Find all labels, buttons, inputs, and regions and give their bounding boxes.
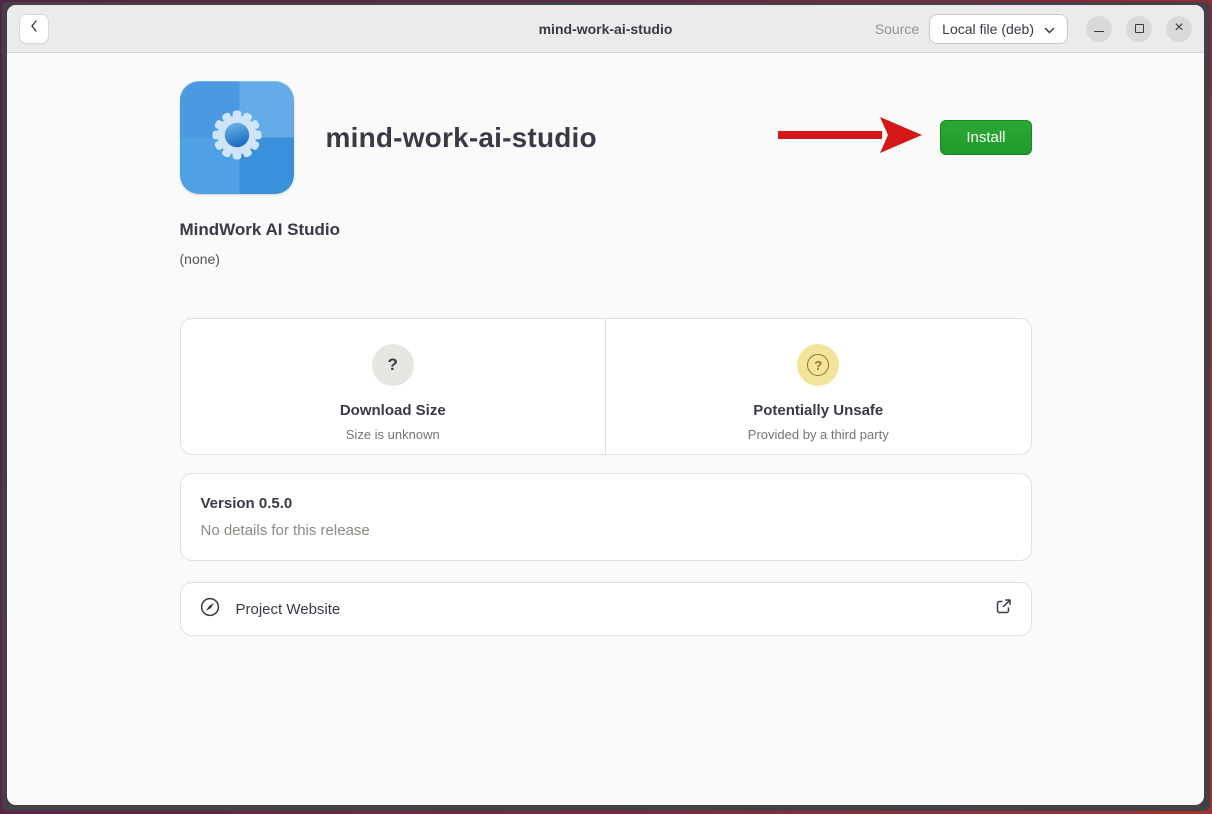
red-arrow-annotation bbox=[776, 116, 924, 159]
install-button[interactable]: Install bbox=[940, 120, 1031, 155]
tile-subtitle: Provided by a third party bbox=[748, 427, 889, 442]
minimize-button[interactable] bbox=[1086, 16, 1112, 42]
maximize-icon bbox=[1135, 24, 1144, 33]
tile-potentially-unsafe[interactable]: ? Potentially Unsafe Provided by a third… bbox=[605, 319, 1031, 454]
external-link-icon bbox=[993, 597, 1013, 622]
minimize-icon bbox=[1094, 31, 1104, 32]
close-button[interactable]: × bbox=[1166, 16, 1192, 42]
compass-icon bbox=[199, 596, 221, 623]
tile-download-size[interactable]: ? Download Size Size is unknown bbox=[181, 319, 606, 454]
chevron-down-icon bbox=[1044, 21, 1055, 37]
app-icon bbox=[180, 81, 294, 194]
app-display-name: MindWork AI Studio bbox=[180, 220, 1032, 240]
version-title: Version 0.5.0 bbox=[201, 495, 1011, 512]
back-button[interactable] bbox=[19, 14, 49, 44]
tile-title: Download Size bbox=[340, 402, 446, 419]
version-subtitle: No details for this release bbox=[201, 522, 1011, 539]
gear-icon bbox=[196, 94, 278, 181]
window-controls: × bbox=[1086, 16, 1192, 42]
context-tiles-card: ? Download Size Size is unknown ? Potent… bbox=[180, 318, 1032, 455]
app-header-row: mind-work-ai-studio Install bbox=[180, 81, 1032, 194]
source-dropdown[interactable]: Local file (deb) bbox=[929, 14, 1068, 44]
app-origin: (none) bbox=[180, 251, 1032, 267]
source-label: Source bbox=[875, 21, 919, 37]
content-area: mind-work-ai-studio Install MindWork AI … bbox=[7, 53, 1204, 805]
project-website-row[interactable]: Project Website bbox=[180, 582, 1032, 636]
chevron-left-icon bbox=[28, 19, 40, 38]
question-mark-icon: ? bbox=[372, 344, 414, 386]
project-website-label: Project Website bbox=[236, 601, 341, 618]
version-card: Version 0.5.0 No details for this releas… bbox=[180, 473, 1032, 561]
source-dropdown-value: Local file (deb) bbox=[942, 21, 1034, 37]
close-icon: × bbox=[1174, 20, 1183, 36]
headerbar: mind-work-ai-studio Source Local file (d… bbox=[7, 5, 1204, 53]
tile-title: Potentially Unsafe bbox=[753, 402, 883, 419]
question-mark-circled-icon: ? bbox=[797, 344, 839, 386]
tile-subtitle: Size is unknown bbox=[346, 427, 440, 442]
maximize-button[interactable] bbox=[1126, 16, 1152, 42]
app-window: mind-work-ai-studio Source Local file (d… bbox=[7, 5, 1204, 805]
app-title: mind-work-ai-studio bbox=[326, 122, 597, 154]
